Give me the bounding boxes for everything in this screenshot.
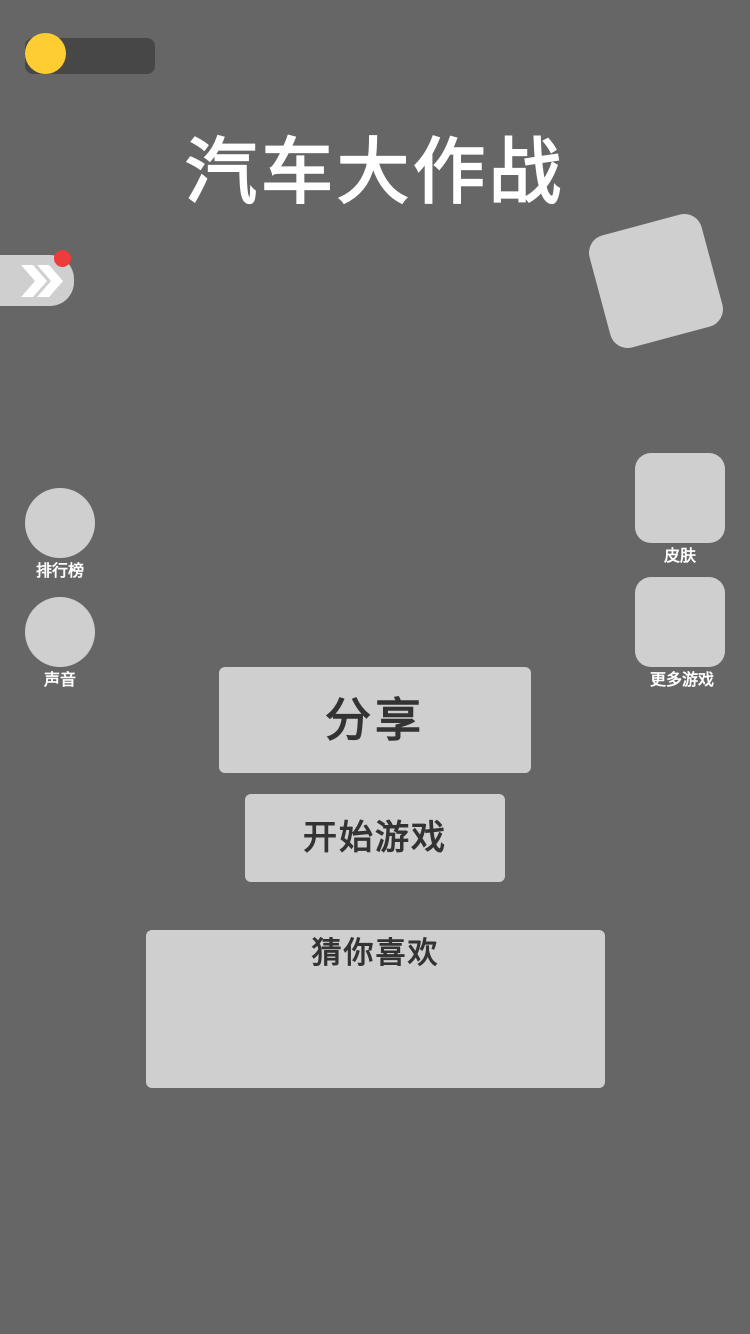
recommend-panel: 猜你喜欢 <box>146 930 605 1088</box>
start-game-button[interactable]: 开始游戏 <box>245 794 505 882</box>
notification-badge <box>54 250 71 267</box>
share-button[interactable]: 分享 <box>219 667 531 773</box>
skin-button[interactable] <box>635 453 725 543</box>
coin-icon <box>25 33 66 74</box>
double-chevron-right-icon <box>21 265 63 297</box>
sound-button[interactable] <box>25 597 95 667</box>
gift-box-button[interactable] <box>584 209 728 353</box>
skin-label: 皮肤 <box>663 546 696 565</box>
sound-label: 声音 <box>43 670 76 689</box>
recommend-title: 猜你喜欢 <box>311 936 440 971</box>
more-games-button[interactable] <box>635 577 725 667</box>
more-games-label: 更多游戏 <box>649 670 714 689</box>
leaderboard-label: 排行榜 <box>35 561 84 580</box>
leaderboard-button[interactable] <box>25 488 95 558</box>
game-title: 汽车大作战 <box>184 130 565 214</box>
